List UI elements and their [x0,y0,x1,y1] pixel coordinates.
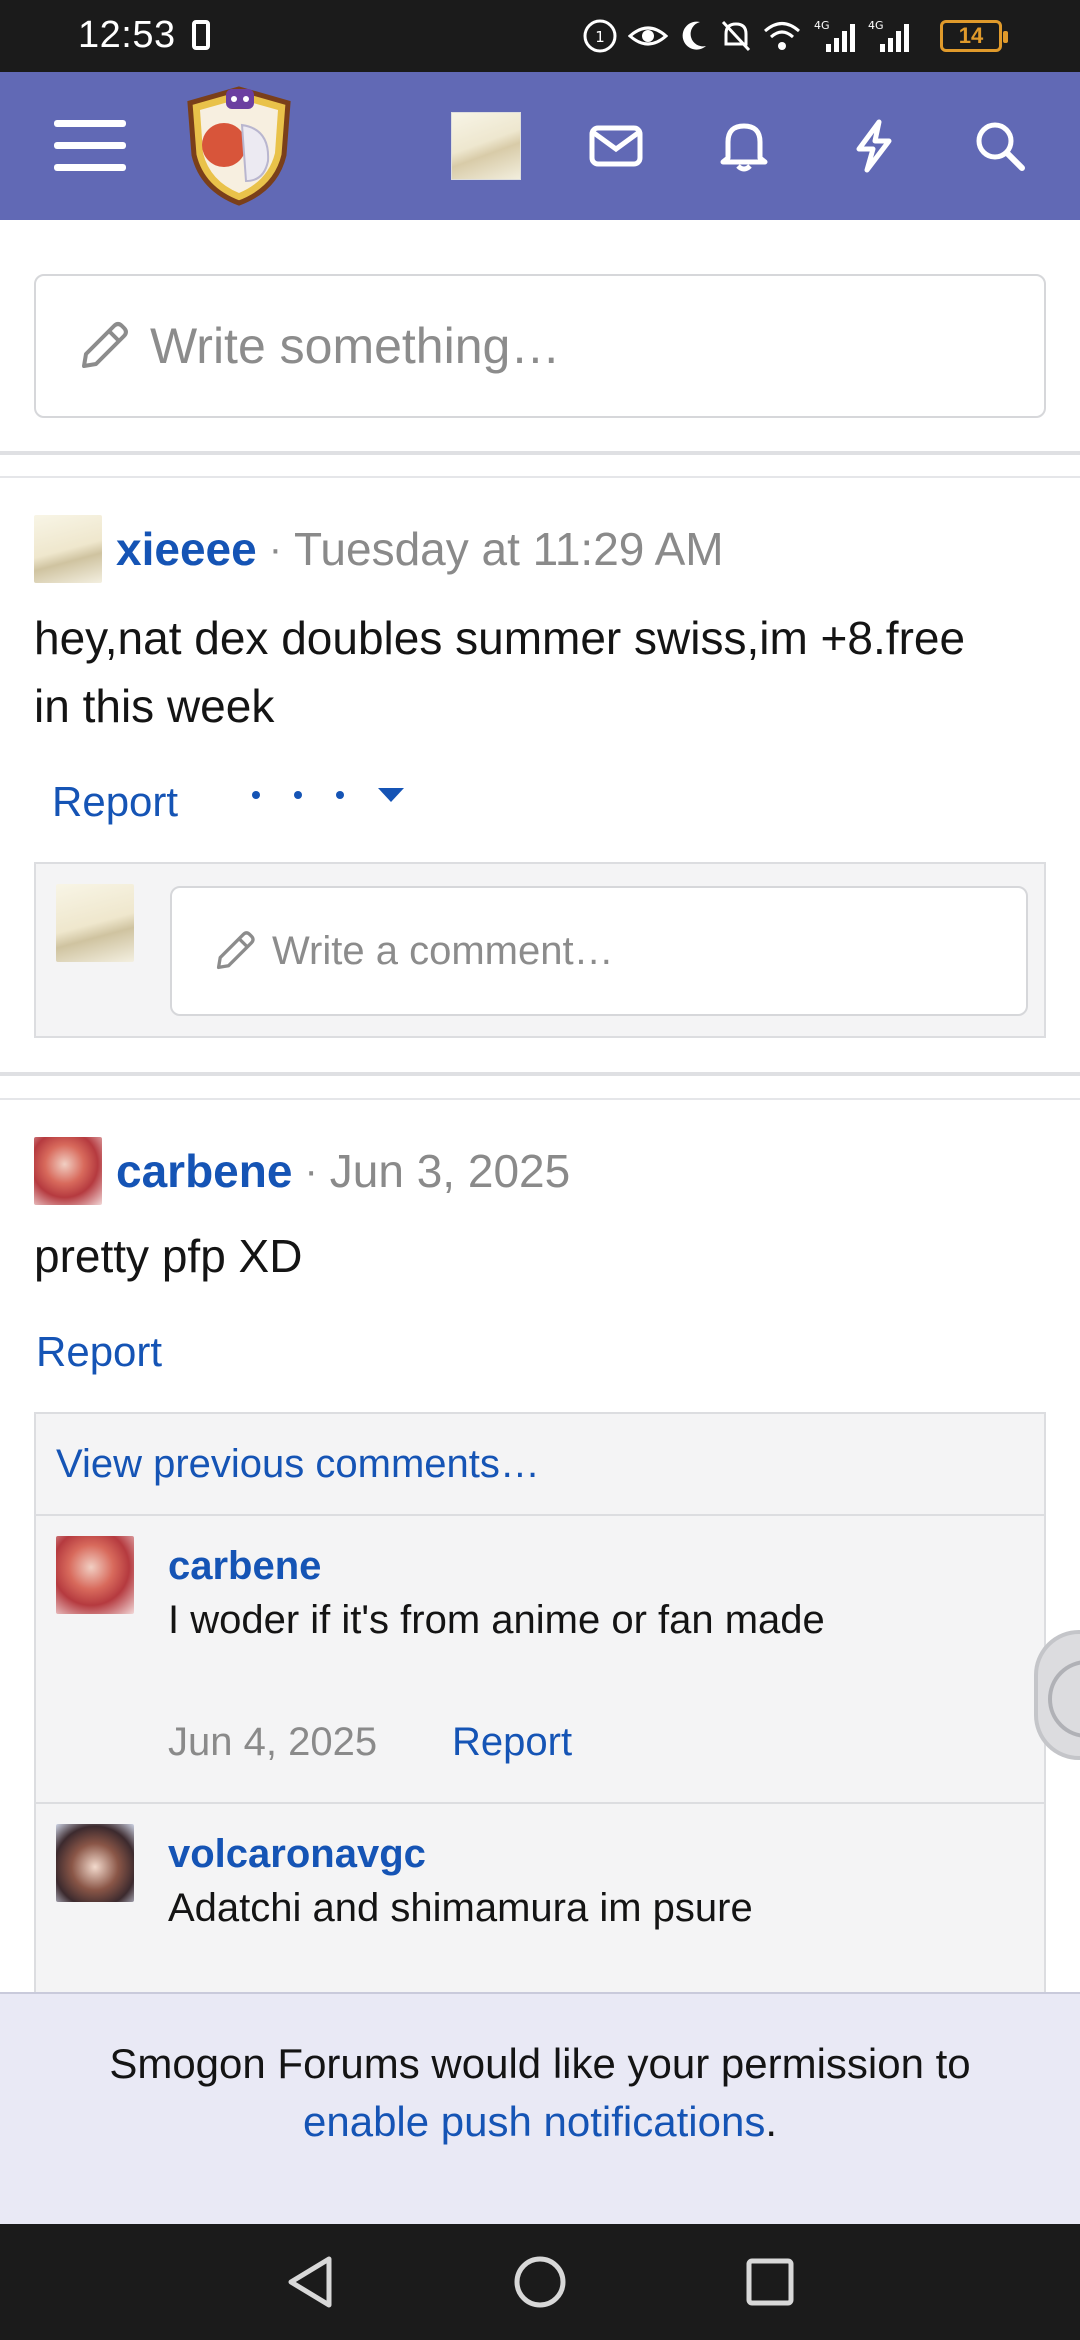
status-icons: 1 4G 4G [582,14,910,58]
moon-icon [682,21,706,50]
svg-text:4G: 4G [868,19,884,32]
status-bar: 12:53 1 4G 4G 14 [0,0,1080,72]
menu-icon [54,120,126,171]
separator-dot: · [304,1148,318,1193]
mail-icon [589,125,643,167]
caret-down-icon [378,788,404,802]
wifi-icon [764,22,800,50]
avatar [56,884,134,962]
comment-date[interactable]: Jun 4, 2025 [168,1720,377,1765]
comment-text: I woder if it's from anime or fan made [168,1598,825,1642]
post-header: carbene · Jun 3, 2025 [34,1136,570,1206]
view-previous-comments-link[interactable]: View previous comments… [56,1442,540,1487]
ellipsis-dot-icon [294,791,302,799]
inbox-button[interactable] [582,72,650,220]
comment-author[interactable]: carbene [168,1544,321,1589]
smogon-logo-icon [187,86,291,206]
post-date[interactable]: Jun 3, 2025 [330,1144,570,1198]
recents-button[interactable] [740,2252,800,2312]
post-body: pretty pfp XD [34,1230,303,1282]
write-something-input[interactable]: Write something… [34,274,1046,418]
comment: volcaronavgc Adatchi and shimamura im ps… [36,1802,1044,2014]
search-icon [976,122,1025,171]
svg-text:1: 1 [595,28,605,46]
enable-push-notifications-link[interactable]: enable push notifications [303,2098,765,2145]
signal-icon-2: 4G [868,19,909,52]
post-body-line: hey,nat dex doubles summer swiss,im +8.f… [34,612,966,664]
avatar[interactable] [34,515,102,583]
site-logo[interactable] [180,72,298,220]
pencil-icon [82,322,128,368]
post-body: hey,nat dex doubles summer swiss,im +8.f… [34,604,1054,740]
write-comment-input[interactable]: Write a comment… [170,886,1028,1016]
report-link[interactable]: Report [36,1328,162,1376]
post-date[interactable]: Tuesday at 11:29 AM [294,522,724,576]
push-banner-line2: enable push notifications. [0,2098,1080,2146]
comment: carbene I woder if it's from anime or fa… [36,1514,1044,1802]
system-navigation-bar [0,2224,1080,2340]
push-banner-text: Smogon Forums would like your permission… [109,2040,971,2087]
comment-composer: Write a comment… [34,862,1046,1038]
comment-text: Adatchi and shimamura im psure [168,1886,753,1930]
network-label: 4G [814,19,830,32]
report-link[interactable]: Report [52,778,178,826]
eye-icon [628,26,668,46]
profile-post: xieeee · Tuesday at 11:29 AM hey,nat dex… [0,476,1080,1076]
comment-thread: View previous comments… carbene I woder … [34,1412,1046,2012]
user-avatar-button[interactable] [448,72,524,220]
avatar[interactable] [34,1137,102,1205]
alerts-button[interactable] [710,72,778,220]
avatar[interactable] [56,1824,134,1902]
home-circle-icon [514,2256,566,2308]
status-composer: Write something… [0,220,1080,455]
profile-post: carbene · Jun 3, 2025 pretty pfp XD Repo… [0,1098,1080,2012]
search-button[interactable] [966,72,1034,220]
bolt-icon [856,119,892,173]
avatar[interactable] [56,1536,134,1614]
recents-square-icon [746,2258,794,2306]
status-time: 12:53 [78,14,176,56]
more-actions-menu[interactable] [252,788,404,802]
push-banner-suffix: . [765,2098,777,2145]
menu-button[interactable] [50,72,130,220]
app-header [0,72,1080,220]
comment-author[interactable]: volcaronavgc [168,1832,426,1877]
user-avatar [451,112,521,180]
post-author[interactable]: carbene [116,1144,292,1198]
write-comment-placeholder: Write a comment… [272,928,614,973]
home-button[interactable] [510,2252,570,2312]
ellipsis-dot-icon [336,791,344,799]
separator-dot: · [268,526,283,571]
signal-icon: 4G [814,19,855,52]
write-something-placeholder: Write something… [150,318,561,374]
hd-call-icon: 1 [583,19,617,53]
post-author[interactable]: xieeee [116,522,257,576]
bell-icon [720,123,768,172]
battery-indicator: 14 [940,20,1008,52]
lock-icon [192,20,210,50]
bell-off-icon [721,20,751,52]
post-body-line: in this week [34,680,275,732]
back-icon [288,2256,332,2308]
pencil-icon [216,931,255,970]
back-button[interactable] [280,2252,340,2312]
push-notification-banner: Smogon Forums would like your permission… [0,1992,1080,2224]
post-header: xieeee · Tuesday at 11:29 AM [34,514,724,584]
ellipsis-dot-icon [252,791,260,799]
comment-report-link[interactable]: Report [452,1720,572,1765]
whats-new-button[interactable] [840,72,908,220]
